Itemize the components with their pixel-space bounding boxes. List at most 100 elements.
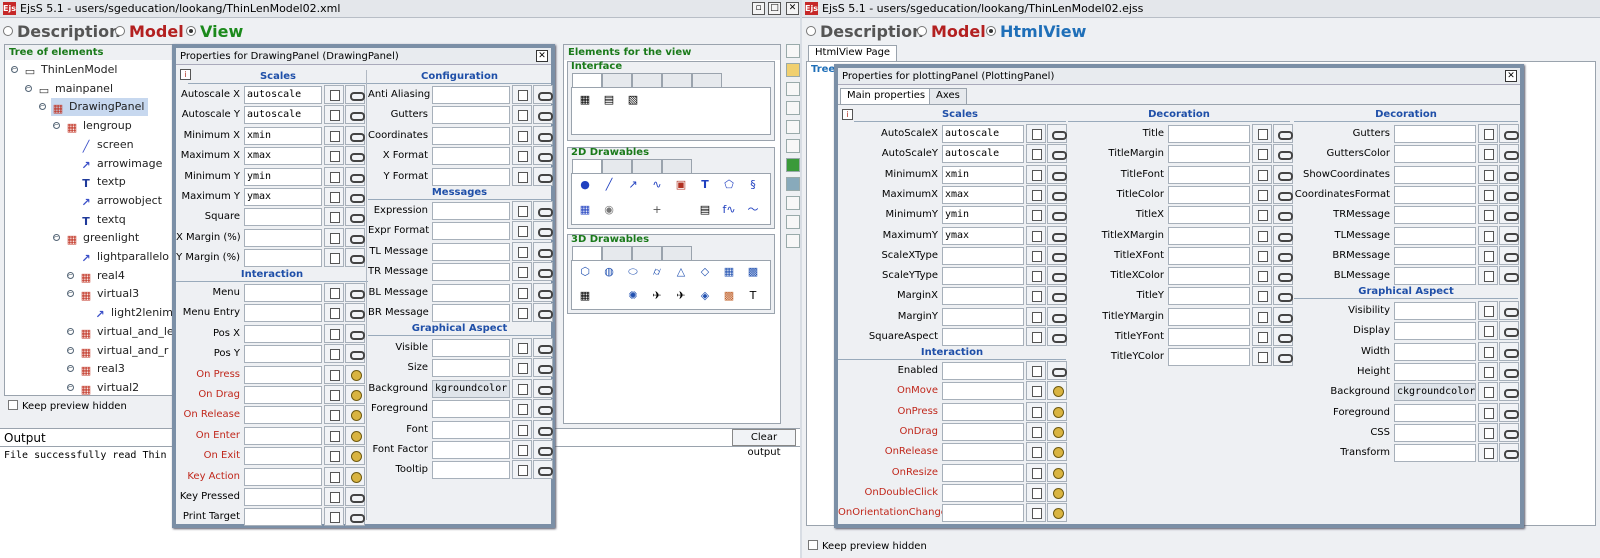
edit-value-icon[interactable] bbox=[1026, 327, 1046, 346]
prop-gutterscolor-field[interactable] bbox=[1394, 145, 1476, 164]
prop-autoscale-x-field[interactable]: autoscale bbox=[244, 86, 322, 104]
tree-expander-icon[interactable]: ⌐ bbox=[67, 271, 74, 279]
action-editor-icon[interactable] bbox=[345, 446, 365, 466]
edit-value-icon[interactable] bbox=[512, 440, 532, 459]
image-icon[interactable]: ▣ bbox=[672, 177, 690, 193]
prop-minimum-y-field[interactable]: ymin bbox=[244, 167, 322, 186]
tab-3d-basic[interactable] bbox=[572, 246, 602, 260]
link-icon[interactable] bbox=[533, 125, 553, 145]
tab-misc[interactable] bbox=[692, 73, 722, 87]
prop-squareaspect-field[interactable] bbox=[942, 328, 1024, 346]
edit-value-icon[interactable] bbox=[1026, 503, 1046, 523]
tree-item-lightparallelo[interactable]: ↗ lightparallelo bbox=[79, 248, 173, 266]
action-editor-icon[interactable] bbox=[345, 425, 365, 445]
prop-titleyfont-field[interactable] bbox=[1168, 328, 1250, 346]
edit-value-icon[interactable] bbox=[512, 241, 532, 261]
link-icon[interactable] bbox=[1047, 124, 1067, 143]
prop-marginy-field[interactable] bbox=[942, 307, 1024, 326]
panel-3d-icon[interactable]: ▧ bbox=[624, 92, 642, 108]
mode-view-radio[interactable]: View bbox=[186, 23, 243, 41]
edit-value-icon[interactable] bbox=[1026, 306, 1046, 326]
prop-width-field[interactable] bbox=[1394, 342, 1476, 361]
link-icon[interactable] bbox=[533, 146, 553, 166]
tab-buttons[interactable] bbox=[632, 73, 662, 87]
prop-visibility-field[interactable] bbox=[1394, 302, 1476, 320]
group3d-icon[interactable]: ▦ bbox=[576, 288, 594, 304]
edit-value-icon[interactable] bbox=[512, 378, 532, 398]
prop-autoscalex-field[interactable]: autoscale bbox=[942, 125, 1024, 143]
edit-value-icon[interactable] bbox=[512, 166, 532, 186]
prop-marginx-field[interactable] bbox=[942, 287, 1024, 306]
shape-icon[interactable]: ◉ bbox=[600, 202, 618, 218]
edit-value-icon[interactable] bbox=[1026, 225, 1046, 245]
link-icon[interactable] bbox=[345, 125, 365, 145]
edit-value-icon[interactable] bbox=[512, 460, 532, 480]
prop-tr-message-field[interactable] bbox=[432, 263, 510, 282]
prop-titley-field[interactable] bbox=[1168, 287, 1250, 306]
link-icon[interactable] bbox=[1499, 422, 1519, 442]
edit-value-icon[interactable] bbox=[1478, 301, 1498, 320]
restore-icon[interactable]: ▫ bbox=[752, 2, 765, 15]
edit-value-icon[interactable] bbox=[324, 385, 344, 404]
prop-x-margin-field[interactable] bbox=[244, 228, 322, 247]
edit-value-icon[interactable] bbox=[324, 207, 344, 227]
prop-x-format-field[interactable] bbox=[432, 147, 510, 166]
link-icon[interactable] bbox=[1499, 245, 1519, 265]
prop-foreground-field[interactable] bbox=[1394, 403, 1476, 422]
prop-on-release-field[interactable] bbox=[244, 406, 322, 425]
link-icon[interactable] bbox=[1499, 164, 1519, 184]
prop-scaleytype-field[interactable] bbox=[942, 267, 1024, 286]
prop-pos-x-field[interactable] bbox=[244, 324, 322, 343]
prop-y-format-field[interactable] bbox=[432, 167, 510, 186]
link-icon[interactable] bbox=[1273, 225, 1293, 245]
edit-value-icon[interactable] bbox=[1026, 361, 1046, 380]
edit-value-icon[interactable] bbox=[512, 125, 532, 145]
prop-tlmessage-field[interactable] bbox=[1394, 226, 1476, 245]
edit-value-icon[interactable] bbox=[1252, 347, 1272, 367]
prop-maximumy-field[interactable]: ymax bbox=[942, 226, 1024, 245]
prop-titlex-field[interactable] bbox=[1168, 206, 1250, 225]
tab-basic[interactable] bbox=[602, 73, 632, 87]
function-icon[interactable]: f∿ bbox=[720, 202, 738, 218]
edit-value-icon[interactable] bbox=[512, 262, 532, 282]
search-icon[interactable] bbox=[786, 139, 800, 153]
prop-title-field[interactable] bbox=[1168, 125, 1250, 143]
edit-value-icon[interactable] bbox=[1478, 124, 1498, 143]
prop-gutters-field[interactable] bbox=[1394, 125, 1476, 143]
open-examples-icon[interactable] bbox=[786, 82, 800, 96]
edit-value-icon[interactable] bbox=[1252, 266, 1272, 286]
edit-value-icon[interactable] bbox=[1026, 144, 1046, 164]
edit-value-icon[interactable] bbox=[1252, 205, 1272, 225]
action-editor-icon[interactable] bbox=[345, 405, 365, 425]
prop-onpress-field[interactable] bbox=[942, 402, 1024, 421]
link-icon[interactable] bbox=[533, 201, 553, 220]
prop-showcoordinates-field[interactable] bbox=[1394, 165, 1476, 184]
link-icon[interactable] bbox=[533, 262, 553, 282]
link-icon[interactable] bbox=[1273, 245, 1293, 265]
link-icon[interactable] bbox=[1273, 266, 1293, 286]
link-icon[interactable] bbox=[345, 248, 365, 268]
tree-item-drawingpanel[interactable]: ▦ DrawingPanel bbox=[51, 98, 149, 117]
action-editor-icon[interactable] bbox=[1047, 462, 1067, 482]
prop-visible-field[interactable] bbox=[432, 339, 510, 357]
link-icon[interactable] bbox=[1499, 402, 1519, 422]
link-icon[interactable] bbox=[1047, 361, 1067, 380]
prop-titlefont-field[interactable] bbox=[1168, 165, 1250, 184]
link-icon[interactable] bbox=[533, 378, 553, 398]
edit-value-icon[interactable] bbox=[1252, 144, 1272, 164]
link-icon[interactable] bbox=[533, 419, 553, 439]
mode-description-radio[interactable]: Description bbox=[806, 23, 923, 41]
link-icon[interactable] bbox=[533, 241, 553, 261]
prop-scalextype-field[interactable] bbox=[942, 246, 1024, 265]
prop-font-field[interactable] bbox=[432, 420, 510, 439]
prop-key-pressed-field[interactable] bbox=[244, 488, 322, 506]
particle-icon[interactable]: ● bbox=[576, 177, 594, 193]
edit-value-icon[interactable] bbox=[1478, 184, 1498, 204]
tetra-icon[interactable]: ◈ bbox=[696, 288, 714, 304]
edit-value-icon[interactable] bbox=[1478, 382, 1498, 402]
edit-value-icon[interactable] bbox=[512, 358, 532, 378]
prop-titlecolor-field[interactable] bbox=[1168, 185, 1250, 204]
tree-item-virtual3[interactable]: ▦ virtual3 bbox=[79, 285, 143, 303]
close-icon[interactable]: ✕ bbox=[536, 50, 548, 62]
prop-maximum-x-field[interactable]: xmax bbox=[244, 147, 322, 166]
